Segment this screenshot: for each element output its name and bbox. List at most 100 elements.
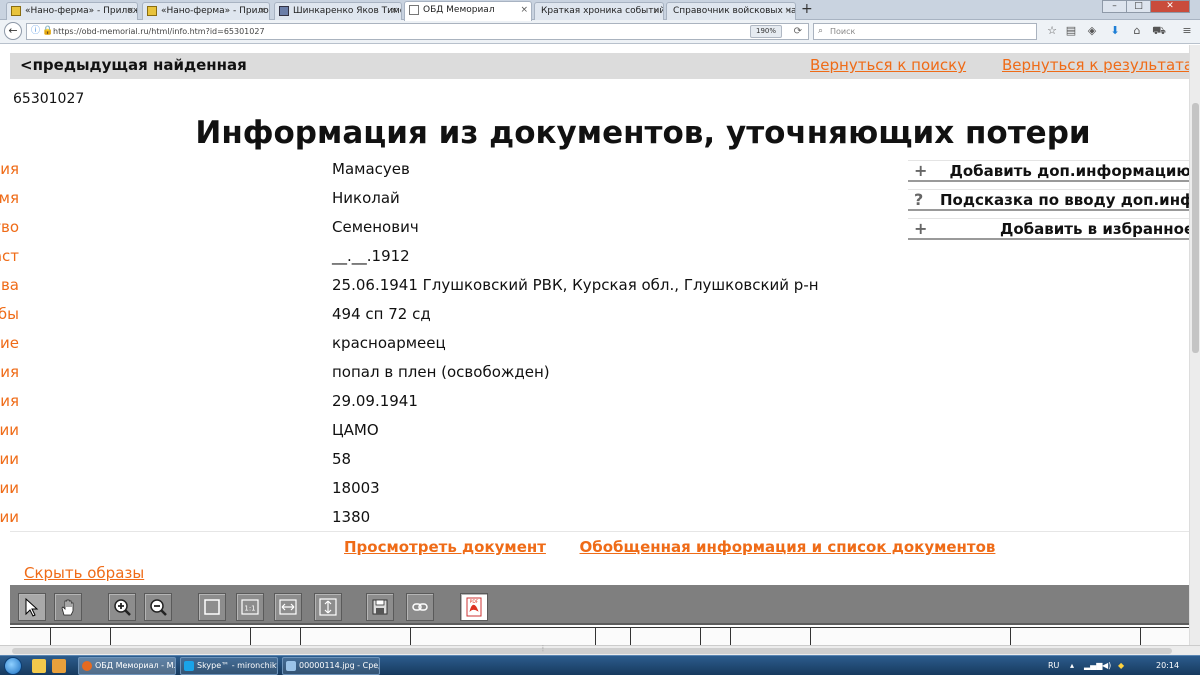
field-row: Причина выбытия попал в плен (освобожден… bbox=[0, 363, 900, 391]
document-links: Просмотреть документ Обобщенная информац… bbox=[344, 537, 1023, 556]
actual-size-icon[interactable]: 1:1 bbox=[236, 593, 264, 621]
field-row: Последнее место службы 494 сп 72 сд bbox=[0, 305, 900, 333]
site-favicon-icon bbox=[279, 6, 289, 16]
save-icon[interactable] bbox=[366, 593, 394, 621]
back-to-search-link[interactable]: Вернуться к поиску bbox=[810, 56, 966, 74]
field-value: 29.09.1941 bbox=[332, 392, 418, 410]
field-value: Семенович bbox=[332, 218, 419, 236]
divider bbox=[10, 531, 1189, 532]
tab-title: ОБД Мемориал bbox=[423, 5, 495, 15]
start-button-icon[interactable] bbox=[4, 657, 22, 675]
taskbar-item-title: Skype™ - mironchikt... bbox=[197, 661, 277, 670]
info-icon[interactable]: ⓘ bbox=[31, 24, 40, 39]
explorer-icon[interactable] bbox=[32, 659, 46, 673]
summary-info-link[interactable]: Обобщенная информация и список документо… bbox=[580, 538, 996, 556]
zoom-out-icon[interactable] bbox=[144, 593, 172, 621]
scroll-grip-icon: ⦙ bbox=[542, 644, 544, 653]
pocket-icon[interactable]: ◈ bbox=[1085, 24, 1099, 37]
vertical-scrollbar[interactable] bbox=[1189, 45, 1200, 645]
scrollbar-thumb[interactable] bbox=[1192, 103, 1199, 353]
browser-tab-active[interactable]: ОБД Мемориал × bbox=[404, 1, 532, 21]
field-label: Номер описи источника информации bbox=[0, 479, 19, 497]
search-placeholder: Поиск bbox=[830, 27, 856, 36]
address-bar[interactable]: ⓘ 🔒 https://obd-memorial.ru/html/info.ht… bbox=[26, 23, 809, 40]
browser-tab[interactable]: Шинкаренко Яков Тимофеевич × bbox=[274, 2, 402, 20]
screen: «Нано-ферма» - Приложение × «Нано-ферма»… bbox=[0, 0, 1200, 675]
notification-icon[interactable]: ◆ bbox=[1118, 656, 1124, 675]
search-input[interactable]: ⌕ Поиск bbox=[813, 23, 1037, 40]
taskbar-item[interactable]: 00000114.jpg - Сред... bbox=[282, 657, 380, 675]
field-label: Дата и место призыва bbox=[0, 276, 19, 294]
close-tab-icon[interactable]: × bbox=[784, 3, 792, 19]
browser-tab[interactable]: Краткая хроника событий в Кал × bbox=[534, 2, 664, 20]
link-icon[interactable] bbox=[406, 593, 434, 621]
bookmark-star-icon[interactable]: ☆ bbox=[1045, 24, 1059, 37]
page-top-bar: <предыдущая найденная Вернуться к поиску… bbox=[10, 53, 1189, 79]
back-button-icon[interactable]: ← bbox=[4, 22, 22, 40]
browser-tab[interactable]: Справочник войсковых частей × bbox=[666, 2, 796, 20]
field-row: Дата выбытия 29.09.1941 bbox=[0, 392, 900, 420]
minimize-icon[interactable]: – bbox=[1102, 0, 1127, 13]
hide-images-link[interactable]: Скрыть образы bbox=[24, 564, 144, 582]
tab-title: «Нано-ферма» - Приложение bbox=[161, 6, 269, 16]
pdf-icon[interactable]: PDF bbox=[460, 593, 488, 621]
hand-tool-icon[interactable] bbox=[54, 593, 82, 621]
image-viewer-toolbar: 1:1 PDF bbox=[10, 585, 1189, 625]
close-tab-icon[interactable]: × bbox=[652, 3, 660, 19]
previous-found-link[interactable]: <предыдущая найденная bbox=[20, 56, 247, 74]
close-window-icon[interactable]: ✕ bbox=[1150, 0, 1190, 13]
reload-icon[interactable]: ⟳ bbox=[794, 24, 802, 39]
cart-icon[interactable]: ⛟ bbox=[1152, 24, 1166, 39]
new-tab-button[interactable]: + bbox=[801, 1, 813, 17]
scrollbar-thumb[interactable] bbox=[12, 648, 1172, 654]
add-favorite-button[interactable]: + Добавить в избранное bbox=[908, 218, 1189, 240]
skype-icon bbox=[184, 661, 194, 671]
fit-width-icon[interactable] bbox=[274, 593, 302, 621]
close-tab-icon[interactable]: × bbox=[390, 3, 398, 19]
field-value: Николай bbox=[332, 189, 400, 207]
field-row: Воинское звание красноармеец bbox=[0, 334, 900, 362]
browser-tab[interactable]: «Нано-ферма» - Приложение × bbox=[6, 2, 138, 20]
field-value: Мамасуев bbox=[332, 160, 410, 178]
input-hint-button[interactable]: ? Подсказка по вводу доп.информации bbox=[908, 189, 1189, 211]
field-value: красноармеец bbox=[332, 334, 446, 352]
field-label: Номер фонда источника информации bbox=[0, 450, 19, 468]
tray-arrow-icon[interactable]: ▴ bbox=[1070, 656, 1074, 675]
url-text: https://obd-memorial.ru/html/info.htm?id… bbox=[53, 27, 265, 36]
download-icon[interactable]: ⬇ bbox=[1108, 24, 1122, 37]
zoom-level-badge[interactable]: 190% bbox=[749, 25, 782, 38]
home-icon[interactable]: ⌂ bbox=[1130, 24, 1144, 37]
network-icon[interactable]: ▂▄▆ bbox=[1084, 656, 1102, 675]
close-tab-icon[interactable]: × bbox=[520, 2, 528, 18]
taskbar-item[interactable]: ОБД Мемориал - M... bbox=[78, 657, 176, 675]
browser-tab[interactable]: «Нано-ферма» - Приложение × bbox=[142, 2, 270, 20]
image-viewer-icon bbox=[286, 661, 296, 671]
taskbar-item-title: 00000114.jpg - Сред... bbox=[299, 661, 379, 670]
tab-title: Краткая хроника событий в Кал bbox=[541, 6, 664, 16]
view-document-link[interactable]: Просмотреть документ bbox=[344, 538, 546, 556]
clock[interactable]: 20:14 bbox=[1156, 656, 1179, 675]
window-controls: – □ ✕ bbox=[1102, 0, 1192, 14]
horizontal-scrollbar[interactable]: ⦙ bbox=[0, 644, 1200, 655]
zoom-in-icon[interactable] bbox=[108, 593, 136, 621]
pdf-label: PDF bbox=[470, 599, 479, 605]
language-indicator[interactable]: RU bbox=[1048, 656, 1059, 675]
back-to-results-link[interactable]: Вернуться к результатам bbox=[1002, 56, 1189, 74]
close-tab-icon[interactable]: × bbox=[126, 3, 134, 19]
add-favorite-label: Добавить в избранное bbox=[1000, 220, 1189, 238]
page-title: Информация из документов, уточняющих пот… bbox=[195, 115, 1091, 151]
input-hint-label: Подсказка по вводу доп.информации bbox=[940, 191, 1189, 209]
volume-icon[interactable]: ◀) bbox=[1102, 656, 1111, 675]
menu-icon[interactable]: ≡ bbox=[1180, 24, 1194, 37]
pointer-tool-icon[interactable] bbox=[18, 593, 46, 621]
add-info-button[interactable]: + Добавить доп.информацию bbox=[908, 160, 1189, 182]
taskbar-item[interactable]: Skype™ - mironchikt... bbox=[180, 657, 278, 675]
fit-page-icon[interactable] bbox=[198, 593, 226, 621]
document-image-preview bbox=[10, 627, 1189, 645]
fit-height-icon[interactable] bbox=[314, 593, 342, 621]
maximize-icon[interactable]: □ bbox=[1126, 0, 1151, 13]
close-tab-icon[interactable]: × bbox=[258, 3, 266, 19]
plus-icon: + bbox=[914, 161, 928, 180]
reading-list-icon[interactable]: ▤ bbox=[1064, 24, 1078, 37]
media-player-icon[interactable] bbox=[52, 659, 66, 673]
